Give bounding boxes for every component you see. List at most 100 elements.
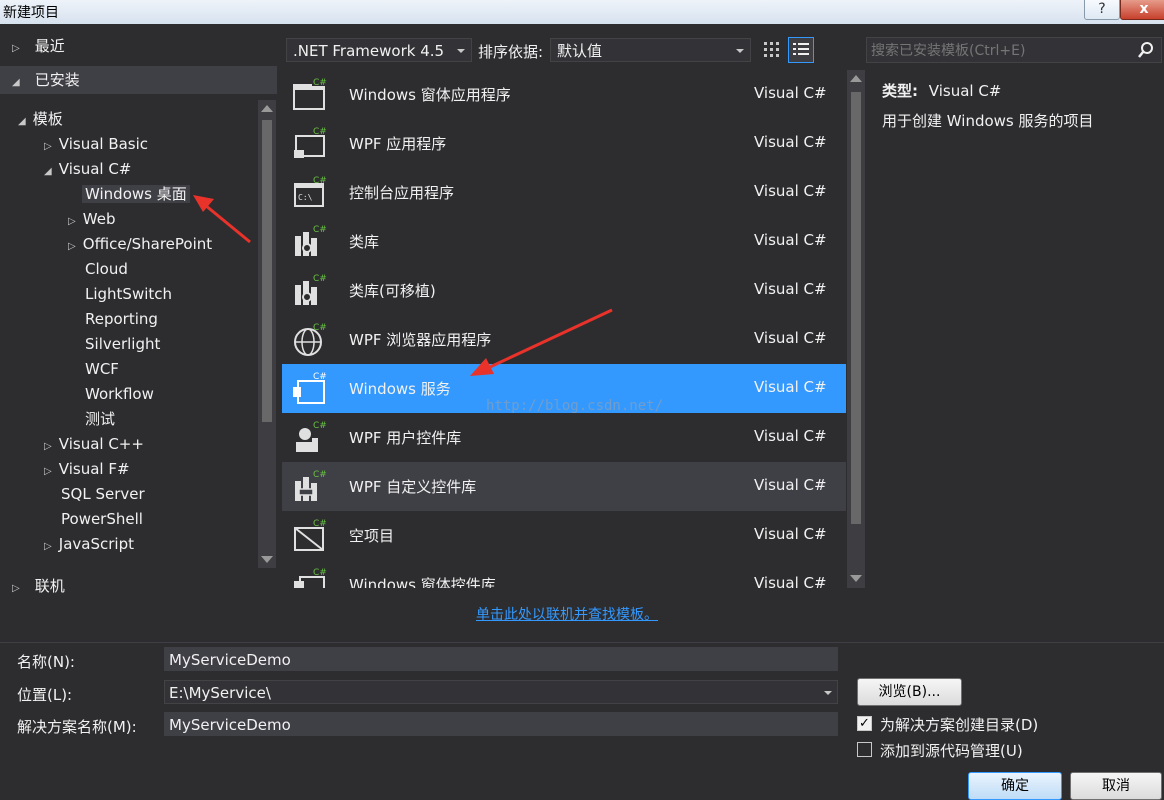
type-value: Visual C# [928, 82, 1002, 100]
solution-field[interactable]: MyServiceDemo [164, 712, 838, 736]
scroll-up-icon[interactable] [850, 75, 862, 82]
tree-label: Office/SharePoint [82, 235, 213, 253]
template-language: Visual C# [754, 378, 827, 396]
category-installed-label: 已安装 [34, 71, 80, 89]
windows-forms-icon: C# [293, 77, 327, 110]
template-language: Visual C# [754, 133, 827, 151]
tree-label: Visual C++ [58, 435, 144, 453]
tree-node-windows-desktop[interactable]: Windows 桌面 [82, 182, 190, 207]
tree-node-wcf[interactable]: WCF [85, 357, 119, 382]
template-row[interactable]: C# WPF 应用程序 Visual C# [282, 119, 846, 168]
tree-node-silverlight[interactable]: Silverlight [85, 332, 160, 357]
tree-node-workflow[interactable]: Workflow [85, 382, 154, 407]
template-type: 类型: Visual C# [882, 80, 1001, 101]
category-recent-label: 最近 [34, 37, 65, 55]
browser-app-icon: C# [294, 323, 327, 356]
empty-project-icon: C# [294, 519, 327, 551]
search-box[interactable] [866, 37, 1162, 63]
tree-node-templates[interactable]: ◢ 模板 [18, 107, 63, 132]
framework-dropdown[interactable]: .NET Framework 4.5 [286, 38, 472, 62]
template-name: WPF 自定义控件库 [349, 478, 477, 496]
ok-button[interactable]: 确定 [968, 772, 1062, 800]
project-form: 名称(N): MyServiceDemo 位置(L): E:\MyService… [0, 642, 1164, 800]
category-installed[interactable]: ◢ 已安装 [0, 66, 277, 94]
tree-label: Cloud [85, 260, 128, 278]
list-view-button[interactable] [788, 37, 814, 63]
template-row[interactable]: C# 空项目 Visual C# [282, 511, 846, 560]
scroll-down-icon[interactable] [261, 556, 273, 563]
collapse-icon: ◢ [18, 116, 26, 127]
template-row[interactable]: C:\ C# 控制台应用程序 Visual C# [282, 168, 846, 217]
search-icon[interactable] [1137, 41, 1155, 59]
tree-node-cloud[interactable]: Cloud [85, 257, 128, 282]
tree-node-powershell[interactable]: PowerShell [61, 507, 143, 532]
template-row[interactable]: C# Windows 窗体控件库 Visual C# [282, 560, 846, 588]
create-directory-checkbox[interactable]: ✓ [857, 716, 872, 731]
search-input[interactable] [869, 39, 1135, 63]
template-tree: ◢ 模板 ▷ Visual Basic ◢ Visual C# Windows … [0, 110, 258, 596]
svg-text:C:\: C:\ [298, 193, 313, 202]
tree-label: LightSwitch [85, 285, 173, 303]
solution-label: 解决方案名称(M): [17, 718, 137, 736]
tree-label: WCF [85, 360, 119, 378]
location-field[interactable]: E:\MyService\ [164, 680, 838, 704]
chevron-down-icon[interactable] [824, 691, 832, 695]
tree-label: Visual Basic [58, 135, 149, 153]
tree-node-reporting[interactable]: Reporting [85, 307, 158, 332]
scroll-up-icon[interactable] [261, 105, 273, 112]
scrollbar-thumb[interactable] [262, 120, 272, 422]
scroll-down-icon[interactable] [850, 575, 862, 582]
template-language: Visual C# [754, 231, 827, 249]
svg-text:C#: C# [313, 470, 327, 480]
tree-node-office[interactable]: ▷ Office/SharePoint [68, 232, 212, 257]
source-control-checkbox[interactable] [857, 742, 872, 757]
name-field[interactable]: MyServiceDemo [164, 647, 838, 671]
window-title: 新建项目 [3, 5, 59, 21]
tree-node-visual-basic[interactable]: ▷ Visual Basic [44, 132, 148, 157]
chevron-down-icon [457, 49, 465, 53]
template-language: Visual C# [754, 329, 827, 347]
template-row[interactable]: C# WPF 浏览器应用程序 Visual C# [282, 315, 846, 364]
list-scrollbar[interactable] [847, 70, 865, 588]
tree-node-lightswitch[interactable]: LightSwitch [85, 282, 172, 307]
category-recent[interactable]: ▷ 最近 [0, 32, 277, 60]
expand-icon: ▷ [44, 441, 52, 452]
type-label: 类型: [882, 82, 918, 100]
help-button[interactable]: ? [1084, 0, 1120, 20]
svg-text:C#: C# [313, 421, 327, 431]
small-icons-view-button[interactable] [760, 38, 784, 62]
scrollbar-thumb[interactable] [851, 92, 861, 524]
template-list: C# Windows 窗体应用程序 Visual C# C# WPF 应用程序 … [282, 70, 846, 588]
template-row[interactable]: C# Windows 窗体应用程序 Visual C# [282, 70, 846, 119]
portable-class-library-icon: C# [295, 274, 327, 305]
cancel-button[interactable]: 取消 [1070, 772, 1162, 800]
template-name: Windows 窗体应用程序 [349, 86, 511, 104]
template-row[interactable]: C# 类库 Visual C# [282, 217, 846, 266]
tree-node-visual-fsharp[interactable]: ▷ Visual F# [44, 457, 130, 482]
tree-node-visual-cpp[interactable]: ▷ Visual C++ [44, 432, 144, 457]
template-language: Visual C# [754, 476, 827, 494]
tree-scrollbar[interactable] [258, 100, 276, 568]
expand-icon: ▷ [68, 216, 76, 227]
tree-node-test[interactable]: 测试 [85, 407, 115, 432]
close-button[interactable]: x [1120, 0, 1164, 20]
browse-button[interactable]: 浏览(B)... [857, 678, 962, 706]
online-templates-link[interactable]: 单击此处以联机并查找模板。 [476, 604, 658, 624]
tree-label: Reporting [85, 310, 158, 328]
tree-node-javascript[interactable]: ▷ JavaScript [44, 532, 134, 557]
sort-dropdown[interactable]: 默认值 [550, 38, 751, 62]
category-online[interactable]: ▷ 联机 [0, 572, 277, 600]
framework-value: .NET Framework 4.5 [293, 42, 445, 60]
tree-label: 模板 [32, 110, 63, 128]
tree-node-web[interactable]: ▷ Web [68, 207, 115, 232]
template-row[interactable]: C# WPF 自定义控件库 Visual C# [282, 462, 846, 511]
template-row[interactable]: C# 类库(可移植) Visual C# [282, 266, 846, 315]
tree-label: Windows 桌面 [82, 185, 190, 203]
template-row[interactable]: C# WPF 用户控件库 Visual C# [282, 413, 846, 462]
template-name: 空项目 [349, 527, 395, 545]
template-name: Windows 窗体控件库 [349, 576, 496, 588]
tree-node-visual-csharp[interactable]: ◢ Visual C# [44, 157, 131, 182]
expand-icon: ▷ [68, 241, 76, 252]
location-label: 位置(L): [17, 686, 73, 704]
tree-node-sql-server[interactable]: SQL Server [61, 482, 145, 507]
